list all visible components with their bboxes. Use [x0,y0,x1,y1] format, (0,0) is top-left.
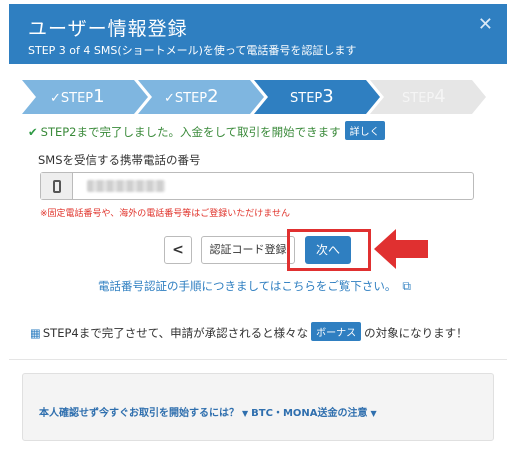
footer-links: 本人確認せず今すぐお取引を開始するには？ ▼ BTC・MONA送金の注意 ▼ [39,404,380,419]
bonus-badge[interactable]: ボーナス [311,322,362,341]
phone-input-group [40,172,474,200]
step-4-label: STEP4 [402,86,446,107]
help-link[interactable]: 電話番号認証の手順につきましてはこちらをご覧下さい。 ⧉ [98,278,411,294]
phone-field-label: SMSを受信する携帯電話の番号 [38,153,201,167]
caret-down-icon[interactable]: ▼ [242,409,248,418]
modal-title: ユーザー情報登録 [28,18,188,40]
footer-panel: 本人確認せず今すぐお取引を開始するには？ ▼ BTC・MONA送金の注意 ▼ [22,373,494,441]
modal-subtitle: STEP 3 of 4 SMS(ショートメール)を使って電話番号を認証します [28,44,357,57]
external-link-icon[interactable]: ⧉ [402,279,411,294]
back-button[interactable]: < [164,236,192,264]
step-2-label: ✓STEP2 [164,86,219,107]
step-progress: ✓STEP1 ✓STEP2 STEP3 STEP4 [22,80,486,114]
gift-icon: ▦ [30,326,41,340]
registration-modal: ユーザー情報登録 STEP 3 of 4 SMS(ショートメール)を使って電話番… [0,0,516,452]
step-3-label: STEP3 [290,86,334,107]
caret-down-icon[interactable]: ▼ [371,409,377,418]
bonus-text-post: の対象になります！ [364,326,468,340]
close-icon[interactable]: ✕ [478,14,493,35]
divider [9,359,507,360]
red-arrow-icon [374,229,428,269]
modal-header: ユーザー情報登録 STEP 3 of 4 SMS(ショートメール)を使って電話番… [9,4,507,64]
detail-button[interactable]: 詳しく [344,121,385,140]
status-message: ✔ STEP2まで完了しました。入金をして取引を開始できます 詳しく [28,121,385,140]
mobile-phone-icon [53,180,61,193]
step-1-label: ✓STEP1 [50,86,105,107]
check-icon: ✔ [28,125,38,139]
red-highlight-box [287,229,371,271]
phone-addon [41,173,73,199]
phone-note: ※固定電話番号や、海外の電話番号等はご登録いただけません [40,209,291,219]
status-text: STEP2まで完了しました。入金をして取引を開始できます [40,125,341,139]
send-code-button[interactable]: 認証コード登録 [201,236,295,264]
phone-number-input[interactable] [81,177,465,195]
bonus-text-pre: STEP4まで完了させて、申請が承認されると様々な [42,326,309,340]
bonus-message: ▦ STEP4まで完了させて、申請が承認されると様々な ボーナス の対象になります！ [30,322,468,341]
help-link-text[interactable]: 電話番号認証の手順につきましてはこちらをご覧下さい。 [98,279,396,293]
remittance-caution-link[interactable]: BTC・MONA送金の注意 [251,408,367,419]
start-trading-link[interactable]: 本人確認せず今すぐお取引を開始するには？ [39,408,239,419]
